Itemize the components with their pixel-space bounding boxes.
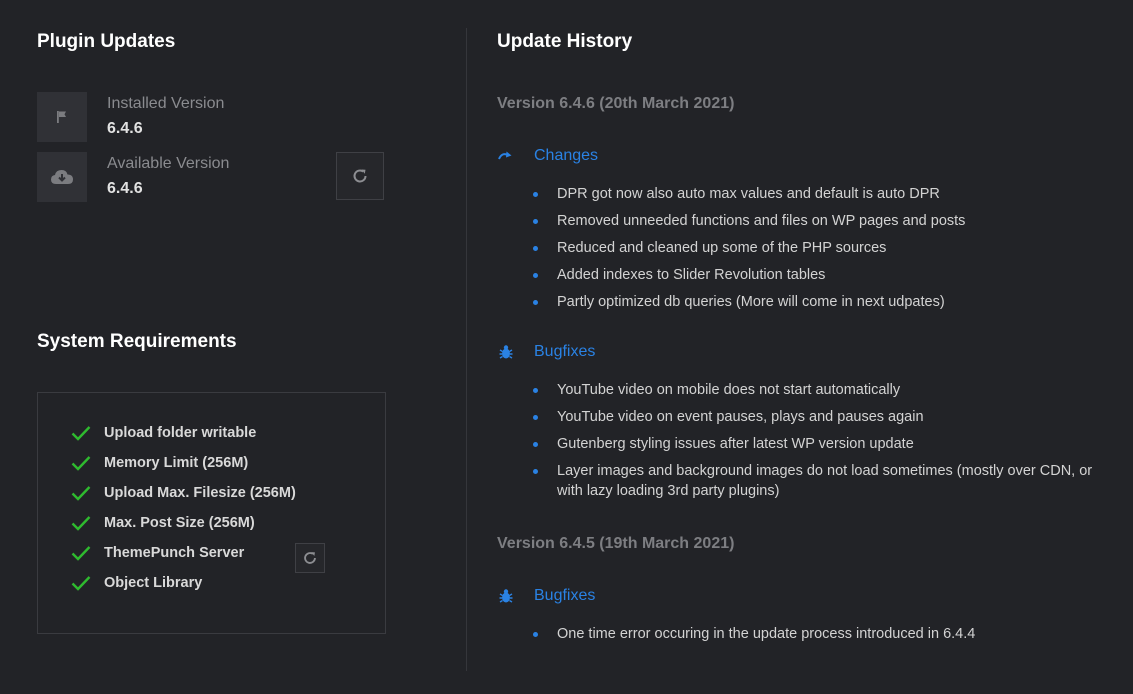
changes-list: DPR got now also auto max values and def…	[533, 184, 1113, 319]
left-column: Plugin Updates Installed Version 6.4.6 A…	[37, 0, 437, 694]
requirement-item: Object Library	[71, 573, 202, 593]
plugin-updates-title: Plugin Updates	[37, 31, 176, 52]
check-updates-button[interactable]	[336, 152, 384, 200]
cloud-download-icon	[37, 152, 87, 202]
requirement-item: Max. Post Size (256M)	[71, 513, 255, 533]
requirement-item: Upload folder writable	[71, 423, 256, 443]
check-icon	[71, 513, 91, 533]
requirement-label: Upload Max. Filesize (256M)	[104, 485, 296, 501]
changes-section-header: Changes	[497, 146, 598, 166]
requirement-label: Object Library	[104, 575, 203, 591]
check-icon	[71, 453, 91, 473]
requirement-item: ThemePunch Server	[71, 543, 244, 563]
list-item: YouTube video on event pauses, plays and…	[533, 407, 1113, 427]
recheck-server-button[interactable]	[295, 543, 325, 573]
section-label: Bugfixes	[534, 587, 596, 604]
bugfixes-list: YouTube video on mobile does not start a…	[533, 380, 1113, 508]
installed-version-value: 6.4.6	[107, 120, 143, 137]
section-label: Bugfixes	[534, 343, 596, 360]
available-version-value: 6.4.6	[107, 180, 143, 197]
column-divider	[466, 28, 467, 671]
requirement-label: Upload folder writable	[104, 425, 257, 441]
available-version-row: Available Version 6.4.6	[37, 152, 397, 202]
bugfixes-section-header: Bugfixes	[497, 342, 595, 362]
list-item: Layer images and background images do no…	[533, 461, 1113, 501]
list-item: YouTube video on mobile does not start a…	[533, 380, 1113, 400]
update-history-panel: Update History Version 6.4.6 (20th March…	[497, 0, 1117, 694]
requirement-label: Max. Post Size (256M)	[104, 515, 255, 531]
installed-version-row: Installed Version 6.4.6	[37, 92, 397, 142]
requirements-box: Upload folder writable Memory Limit (256…	[37, 392, 386, 634]
list-item: Partly optimized db queries (More will c…	[533, 292, 1113, 312]
check-icon	[71, 483, 91, 503]
version-title: Version 6.4.5 (19th March 2021)	[497, 535, 735, 552]
update-history-title: Update History	[497, 31, 633, 52]
bugfixes-list: One time error occuring in the update pr…	[533, 624, 1113, 651]
available-version-label: Available Version	[107, 155, 230, 172]
check-icon	[71, 573, 91, 593]
list-item: DPR got now also auto max values and def…	[533, 184, 1113, 204]
list-item: One time error occuring in the update pr…	[533, 624, 1113, 644]
installed-version-label: Installed Version	[107, 95, 225, 112]
list-item: Added indexes to Slider Revolution table…	[533, 265, 1113, 285]
refresh-icon	[304, 552, 316, 564]
bugfixes-section-header: Bugfixes	[497, 586, 595, 606]
requirement-label: ThemePunch Server	[104, 545, 245, 561]
changes-icon	[497, 147, 515, 165]
version-title: Version 6.4.6 (20th March 2021)	[497, 95, 735, 112]
bug-icon	[497, 343, 515, 361]
list-item: Gutenberg styling issues after latest WP…	[533, 434, 1113, 454]
requirement-item: Upload Max. Filesize (256M)	[71, 483, 296, 503]
requirement-label: Memory Limit (256M)	[104, 455, 249, 471]
refresh-icon	[353, 169, 367, 183]
flag-icon	[37, 92, 87, 142]
system-requirements-title: System Requirements	[37, 331, 237, 352]
requirement-item: Memory Limit (256M)	[71, 453, 248, 473]
check-icon	[71, 543, 91, 563]
list-item: Removed unneeded functions and files on …	[533, 211, 1113, 231]
list-item: Reduced and cleaned up some of the PHP s…	[533, 238, 1113, 258]
check-icon	[71, 423, 91, 443]
bug-icon	[497, 587, 515, 605]
section-label: Changes	[534, 147, 599, 164]
